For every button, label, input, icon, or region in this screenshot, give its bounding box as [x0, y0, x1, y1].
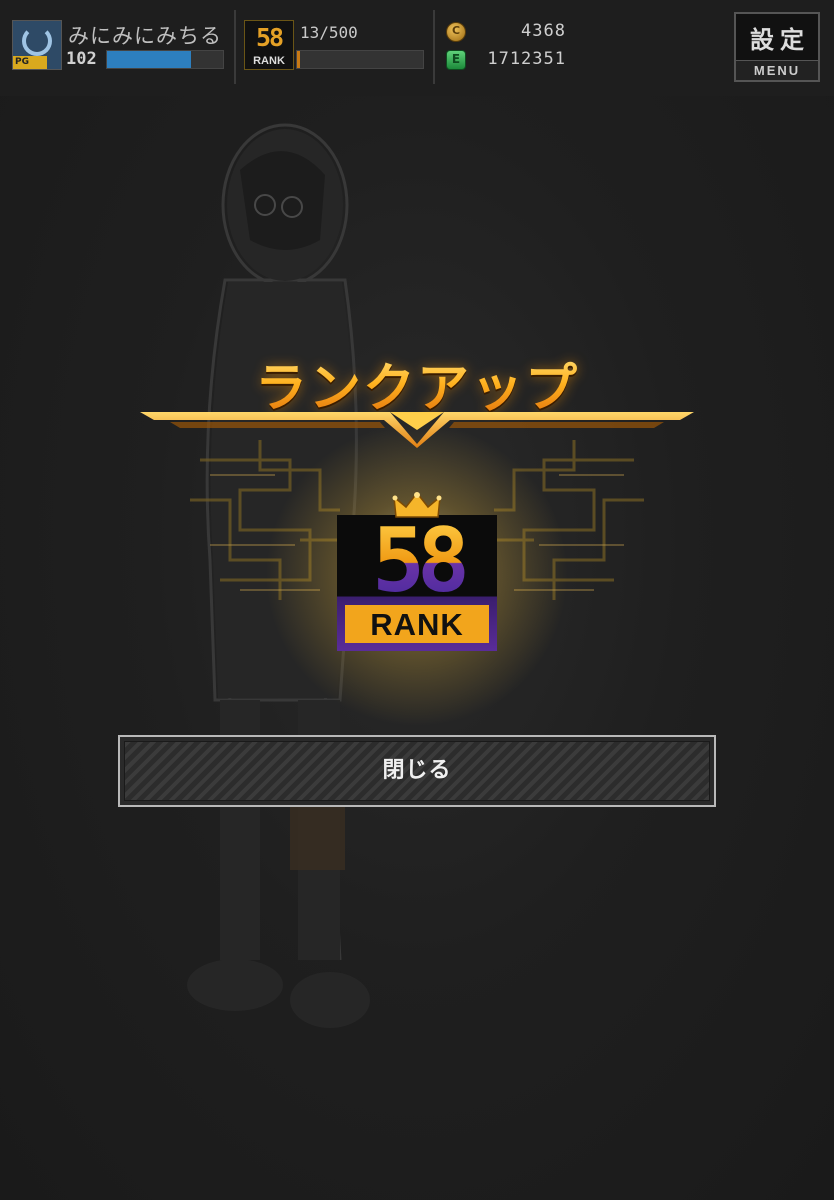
rank-progress-text: 13/500 — [300, 23, 358, 42]
rank-badge: 58 RANK — [337, 491, 497, 651]
berry-counter: 1712351 — [442, 48, 570, 72]
rank-progress-fill — [297, 51, 301, 68]
exp-bar-fill — [107, 51, 191, 68]
rank-number: 58 — [337, 513, 497, 609]
berry-icon — [446, 50, 466, 70]
close-button-face: 閉じる — [124, 741, 710, 801]
exp-bar — [106, 50, 224, 69]
menu-label: MENU — [736, 60, 818, 80]
player-level: 102 — [66, 49, 97, 69]
avatar-tag: PG — [13, 56, 47, 69]
coin-counter: 4368 — [442, 20, 570, 44]
rank-progress-bar — [296, 50, 424, 69]
coin-value: 4368 — [521, 21, 566, 41]
settings-menu-button[interactable]: 設定 MENU — [734, 12, 820, 82]
coin-icon — [446, 22, 466, 42]
player-avatar[interactable]: PG — [12, 20, 62, 70]
divider — [234, 10, 236, 84]
divider — [433, 10, 435, 84]
rank-icon-label: RANK — [253, 55, 285, 67]
rank-label: RANK — [345, 605, 489, 643]
close-button[interactable]: 閉じる — [118, 735, 716, 807]
player-name: みにみにみちる — [68, 24, 222, 48]
rank-icon-number: 58 — [255, 23, 284, 52]
avatar-emblem-icon — [22, 26, 52, 56]
status-header: PG みにみにみちる 102 58 RANK 13/500 4368 17123… — [0, 0, 834, 96]
berry-value: 1712351 — [487, 49, 566, 69]
settings-label: 設定 — [750, 26, 810, 54]
rank-icon: 58 RANK — [244, 20, 294, 70]
close-button-label: 閉じる — [382, 758, 452, 783]
